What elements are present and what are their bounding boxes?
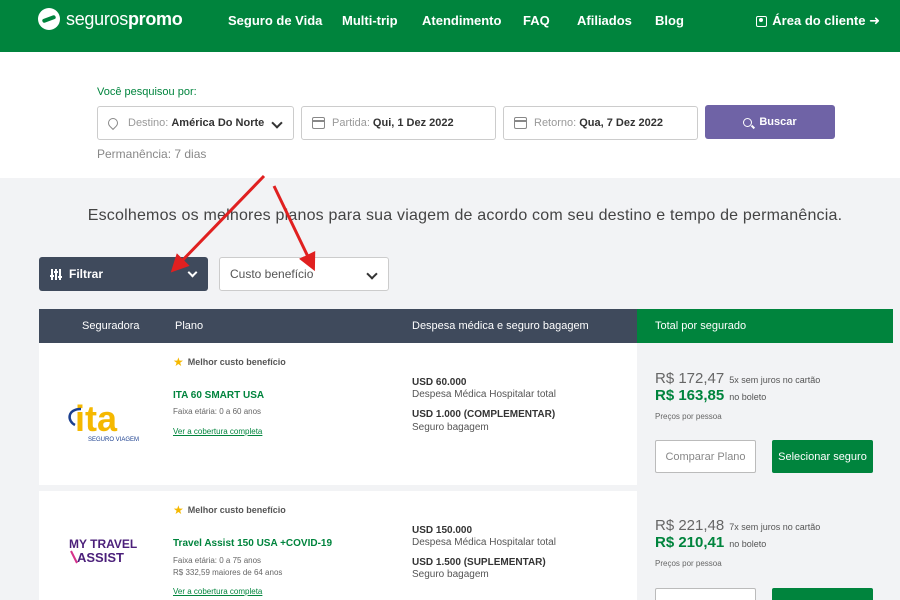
sort-select-value: Custo benefício bbox=[230, 267, 314, 281]
medical-value: USD 60.000 bbox=[412, 377, 467, 388]
select-insurance-button[interactable] bbox=[772, 588, 873, 600]
medical-value: USD 150.000 bbox=[412, 525, 473, 536]
nav-multi-trip[interactable]: Multi-trip bbox=[342, 13, 398, 28]
departure-label: Partida: bbox=[332, 117, 370, 129]
star-icon: ★ bbox=[173, 503, 184, 517]
table-header: Seguradora Plano Despesa médica e seguro… bbox=[39, 309, 637, 343]
medical-label: Despesa Médica Hospitalar total bbox=[412, 537, 556, 548]
card-price-value: R$ 221,48 bbox=[655, 517, 725, 534]
compare-plan-button[interactable] bbox=[655, 588, 756, 600]
svg-text:MY TRAVEL: MY TRAVEL bbox=[69, 537, 137, 551]
destination-value: América Do Norte bbox=[171, 117, 265, 129]
boleto-price: R$ 163,85 no boleto bbox=[655, 387, 766, 404]
coverage-link[interactable]: Ver a cobertura completa bbox=[173, 427, 262, 436]
compare-plan-button[interactable]: Comparar Plano bbox=[655, 440, 756, 473]
return-date-field[interactable]: Retorno: Qua, 7 Dez 2022 bbox=[503, 106, 698, 140]
results-intro: Escolhemos os melhores planos para sua v… bbox=[87, 207, 843, 224]
star-icon: ★ bbox=[173, 355, 184, 369]
calendar-icon bbox=[312, 117, 325, 129]
filter-button[interactable]: Filtrar bbox=[39, 257, 208, 291]
baggage-label: Seguro bagagem bbox=[412, 569, 489, 580]
plan-age-surcharge: R$ 332,59 maiores de 64 anos bbox=[173, 568, 283, 577]
boleto-price-value: R$ 210,41 bbox=[655, 534, 725, 551]
chevron-down-icon bbox=[271, 117, 283, 129]
client-area-label: Área do cliente ➜ bbox=[772, 13, 880, 28]
baggage-value: USD 1.000 (COMPLEMENTAR) bbox=[412, 409, 556, 420]
search-summary: Você pesquisou por: Destino: América Do … bbox=[0, 52, 900, 178]
nav-faq[interactable]: FAQ bbox=[523, 13, 550, 28]
chevron-down-icon bbox=[187, 267, 198, 278]
search-icon bbox=[743, 117, 753, 127]
baggage-label: Seguro bagagem bbox=[412, 422, 489, 433]
plan-row: MY TRAVEL ASSIST ★ Melhor custo benefíci… bbox=[39, 491, 637, 600]
plan-price-panel: R$ 221,48 7x sem juros no cartão R$ 210,… bbox=[637, 491, 893, 600]
header-insurer: Seguradora bbox=[82, 320, 140, 332]
top-nav-bar: segurospromo Seguro de Vida Multi-trip A… bbox=[0, 0, 900, 52]
stay-duration: Permanência: 7 dias bbox=[97, 147, 207, 161]
return-value: Qua, 7 Dez 2022 bbox=[579, 117, 663, 129]
boleto-price-note: no boleto bbox=[729, 539, 767, 549]
plan-age-range: Faixa etária: 0 a 60 anos bbox=[173, 407, 262, 416]
card-price-value: R$ 172,47 bbox=[655, 370, 725, 387]
best-value-badge: ★ Melhor custo benefício bbox=[173, 355, 286, 369]
departure-value: Qui, 1 Dez 2022 bbox=[372, 117, 454, 129]
destination-select[interactable]: Destino: América Do Norte bbox=[97, 106, 294, 140]
nav-afiliados[interactable]: Afiliados bbox=[577, 13, 632, 28]
card-price: R$ 172,47 5x sem juros no cartão bbox=[655, 370, 820, 387]
plan-row: ita SEGURO VIAGEM ★ Melhor custo benefíc… bbox=[39, 343, 637, 485]
plan-name: ITA 60 SMART USA bbox=[173, 390, 265, 401]
svg-text:ASSIST: ASSIST bbox=[77, 550, 124, 565]
plan-price-panel: R$ 172,47 5x sem juros no cartão R$ 163,… bbox=[637, 343, 893, 485]
coverage-link[interactable]: Ver a cobertura completa bbox=[173, 587, 262, 596]
filter-button-label: Filtrar bbox=[69, 267, 104, 281]
nav-seguro-de-vida[interactable]: Seguro de Vida bbox=[228, 13, 322, 28]
table-header-total: Total por segurado bbox=[637, 309, 893, 343]
header-plan: Plano bbox=[175, 320, 204, 332]
price-per-person: Preços por pessoa bbox=[655, 412, 722, 421]
header-total: Total por segurado bbox=[655, 320, 747, 332]
search-button[interactable]: Buscar bbox=[705, 105, 835, 139]
medical-label: Despesa Médica Hospitalar total bbox=[412, 389, 556, 400]
best-value-badge: ★ Melhor custo benefício bbox=[173, 503, 286, 517]
card-price-note: 7x sem juros no cartão bbox=[729, 522, 821, 532]
plan-name: Travel Assist 150 USA +COVID-19 bbox=[173, 538, 333, 549]
client-area-link[interactable]: Área do cliente ➜ bbox=[756, 13, 880, 29]
sort-select[interactable]: Custo benefício bbox=[219, 257, 389, 291]
user-icon bbox=[756, 15, 768, 27]
destination-label: Destino: bbox=[128, 117, 169, 129]
badge-label: Melhor custo benefício bbox=[187, 357, 286, 367]
my-travel-assist-logo: MY TRAVEL ASSIST bbox=[69, 537, 137, 565]
departure-date-field[interactable]: Partida: Qui, 1 Dez 2022 bbox=[301, 106, 496, 140]
svg-text:SEGURO VIAGEM: SEGURO VIAGEM bbox=[88, 437, 139, 443]
price-per-person: Preços por pessoa bbox=[655, 559, 722, 568]
boleto-price: R$ 210,41 no boleto bbox=[655, 534, 766, 551]
search-label: Você pesquisou por: bbox=[97, 86, 197, 98]
card-price-note: 5x sem juros no cartão bbox=[729, 375, 821, 385]
badge-label: Melhor custo benefício bbox=[187, 505, 286, 515]
nav-atendimento[interactable]: Atendimento bbox=[422, 13, 501, 28]
select-insurance-button[interactable]: Selecionar seguro bbox=[772, 440, 873, 473]
map-pin-icon bbox=[105, 115, 121, 131]
chevron-down-icon bbox=[366, 268, 378, 280]
boleto-price-value: R$ 163,85 bbox=[655, 387, 725, 404]
card-price: R$ 221,48 7x sem juros no cartão bbox=[655, 517, 820, 534]
calendar-icon bbox=[514, 117, 527, 129]
boleto-price-note: no boleto bbox=[729, 392, 767, 402]
header-coverage: Despesa médica e seguro bagagem bbox=[412, 320, 589, 332]
plan-age-range: Faixa etária: 0 a 75 anos bbox=[173, 556, 262, 565]
svg-text:ita: ita bbox=[75, 398, 118, 439]
ita-seguro-viagem-logo: ita SEGURO VIAGEM bbox=[68, 398, 139, 443]
return-label: Retorno: bbox=[534, 117, 577, 129]
baggage-value: USD 1.500 (SUPLEMENTAR) bbox=[412, 557, 546, 568]
nav-blog[interactable]: Blog bbox=[655, 13, 684, 28]
sliders-icon bbox=[49, 268, 62, 280]
search-button-label: Buscar bbox=[759, 116, 797, 128]
